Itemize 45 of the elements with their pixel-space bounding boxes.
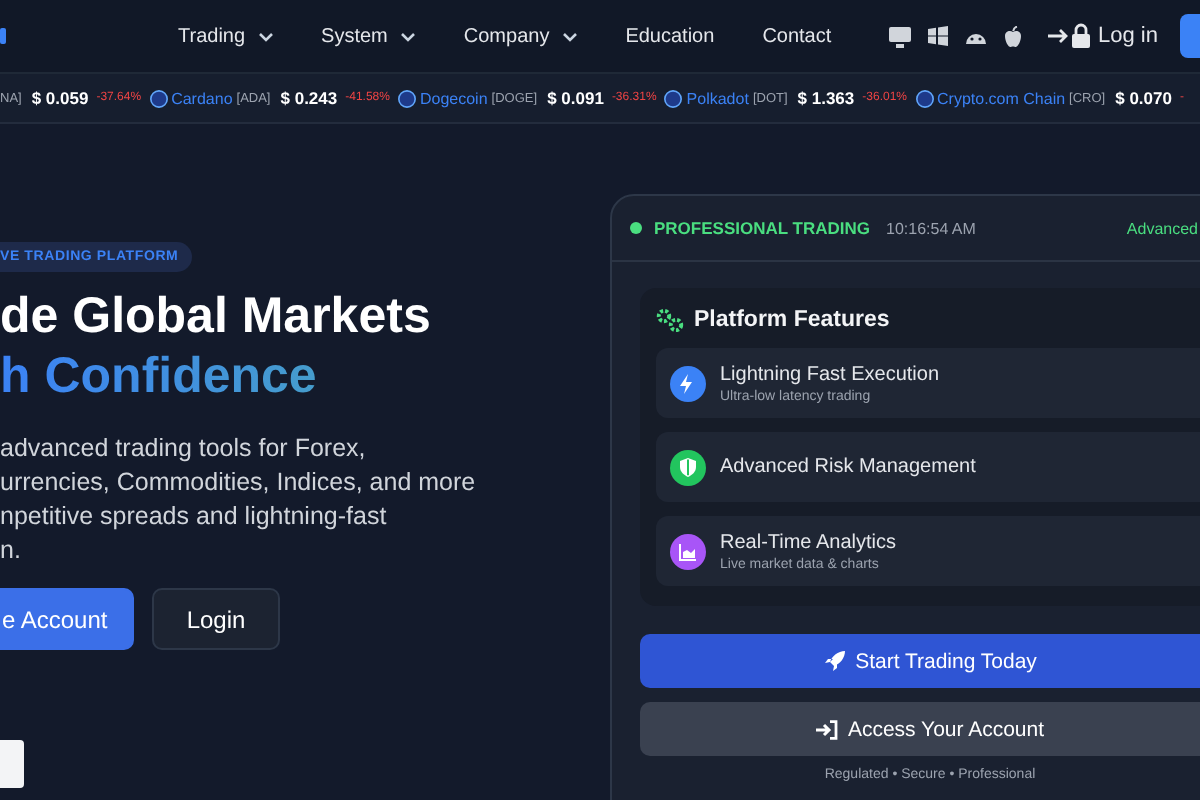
coin-price: $ 0.243 — [280, 88, 338, 108]
gears-icon — [656, 308, 684, 332]
hero-title: de Global Markets — [0, 288, 433, 344]
logo-fragment — [0, 28, 6, 44]
start-trading-button[interactable]: Start Trading Today — [640, 634, 1200, 688]
time-label: 10:16:54 AM — [886, 219, 976, 237]
apple-icon — [1004, 25, 1023, 47]
feature-title: Real-Time Analytics — [720, 531, 896, 553]
android-icon — [964, 28, 989, 44]
feature-title: Lightning Fast Execution — [720, 363, 940, 385]
coin-name[interactable]: Crypto.com Chain — [937, 89, 1066, 107]
coin-price: $ 0.059 — [31, 88, 89, 108]
coin-name[interactable]: Dogecoin — [419, 89, 488, 107]
sign-in-icon — [815, 719, 838, 739]
windows-icon — [928, 26, 949, 46]
widget-box — [0, 740, 24, 788]
feature-title: Advanced Risk Management — [720, 456, 976, 478]
nav-link[interactable]: Trading — [178, 25, 274, 47]
sign-in-icon — [1046, 22, 1095, 50]
status-dot — [630, 222, 642, 234]
coin-price: $ 0.070 — [1115, 88, 1172, 108]
features-title: Platform Features — [694, 308, 890, 332]
monitor-icon — [888, 25, 913, 47]
nav-link[interactable]: Contact — [762, 25, 832, 47]
access-account-button[interactable]: Access Your Account — [640, 702, 1200, 756]
status-label: PROFESSIONAL TRADING — [654, 218, 870, 238]
login-button[interactable]: Login — [152, 588, 280, 650]
create-account-button[interactable]: e Account — [0, 588, 134, 650]
mode-label: Advanced — [1126, 219, 1198, 237]
login-link[interactable]: Log in — [1046, 22, 1158, 50]
coin-name[interactable]: Polkadot — [686, 89, 749, 107]
coin-price: $ 1.363 — [797, 88, 855, 108]
nav-link[interactable]: System — [321, 25, 416, 47]
nav-link[interactable]: Education — [625, 25, 715, 47]
coin-icon — [397, 89, 416, 107]
coin-icon — [915, 89, 934, 107]
rocket-icon — [823, 650, 846, 672]
coin-name[interactable]: Cardano — [171, 89, 233, 107]
coin-icon — [149, 89, 168, 107]
feature-row[interactable]: Advanced Risk Management — [656, 432, 1200, 502]
hero-description: advanced trading tools for Forex, urrencies, Commodities, Indices, and more npetitive spreads and lightning-fast n. — [0, 432, 478, 568]
signup-button[interactable] — [1180, 14, 1200, 58]
coin-price: $ 0.091 — [547, 88, 604, 108]
coin-icon — [664, 89, 683, 107]
nav-link[interactable]: Company — [463, 25, 578, 47]
